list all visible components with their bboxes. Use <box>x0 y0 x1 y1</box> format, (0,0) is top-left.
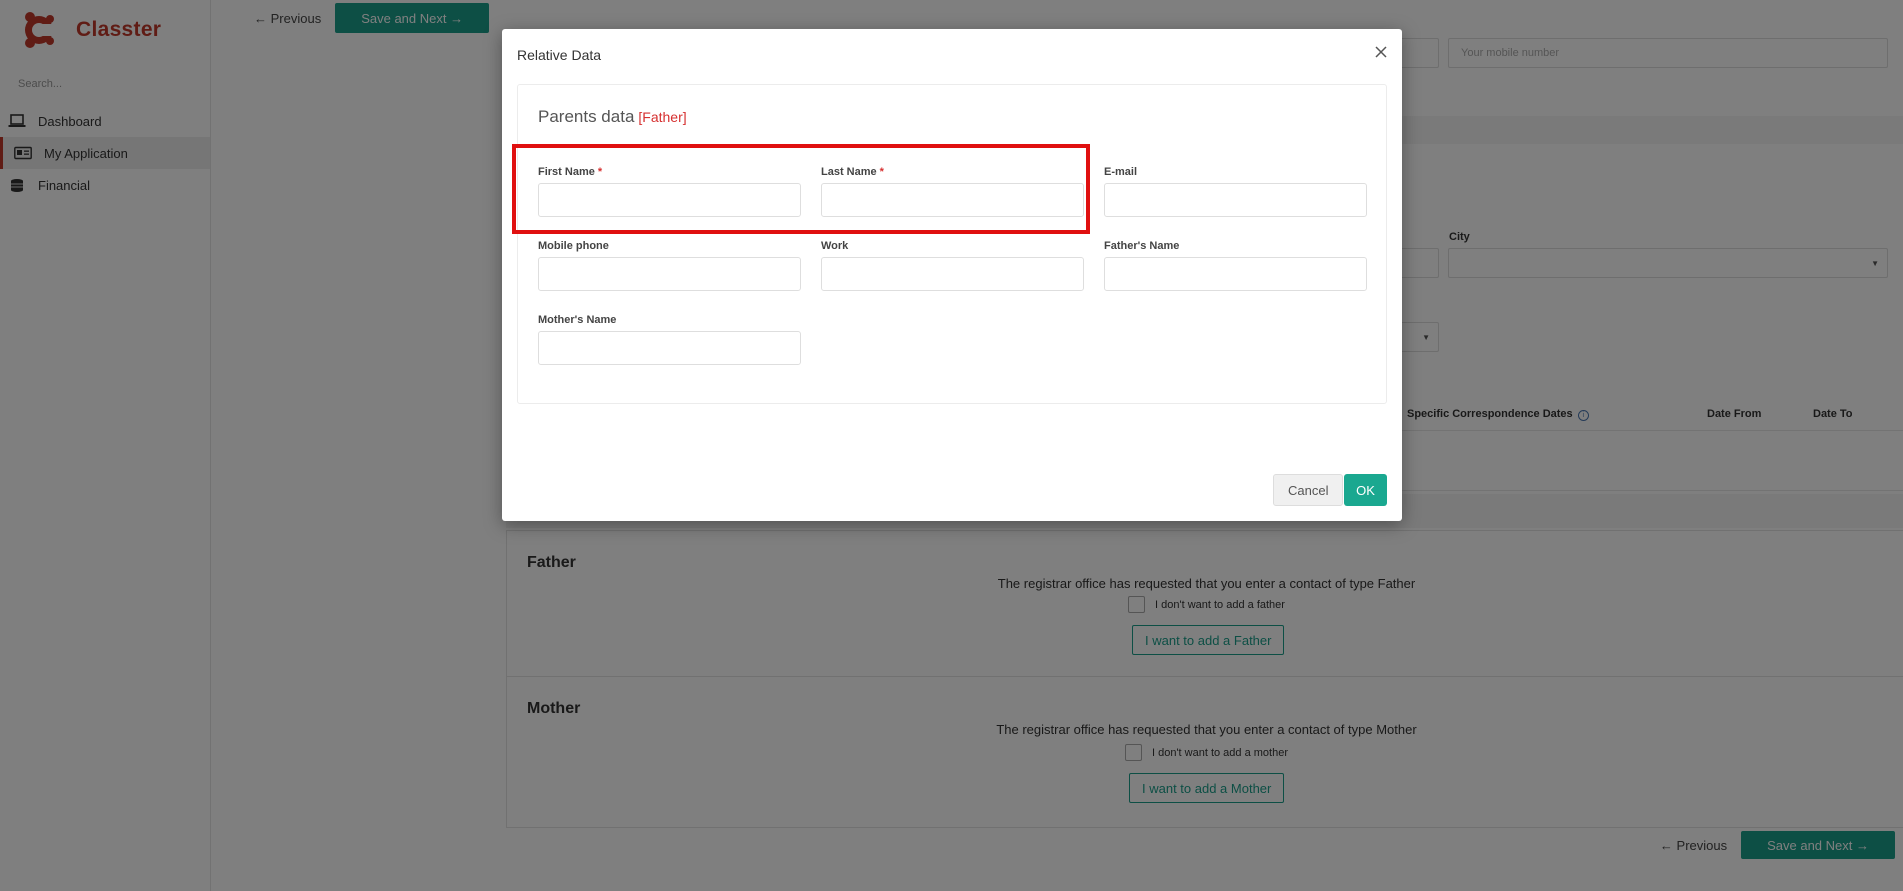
required-asterisk: * <box>597 166 603 178</box>
email-input[interactable] <box>1104 183 1367 217</box>
mobile-phone-label: Mobile phone <box>538 240 609 252</box>
modal-title: Relative Data <box>517 47 602 63</box>
relative-data-modal: Relative Data Parents data [Father] First… <box>502 29 1402 521</box>
required-asterisk: * <box>879 166 884 178</box>
email-label: E-mail <box>1104 166 1138 178</box>
last-name-label-text: Last Name <box>821 166 877 178</box>
cancel-button[interactable]: Cancel <box>1273 474 1344 506</box>
first-name-label: First Name * <box>538 166 602 178</box>
parents-data-panel: Parents data [Father] First Name * Last Na… <box>517 84 1387 404</box>
mothers-name-input[interactable] <box>538 331 801 365</box>
last-name-label: Last Name * <box>821 166 884 178</box>
work-label: Work <box>821 240 849 252</box>
panel-title: Parents data [Father] <box>538 107 687 127</box>
mobile-phone-input[interactable] <box>538 257 801 291</box>
first-name-input[interactable] <box>538 183 801 217</box>
fathers-name-label: Father's Name <box>1104 240 1180 252</box>
panel-title-text: Parents data <box>538 107 635 126</box>
work-input[interactable] <box>821 257 1084 291</box>
first-name-label-text: First Name <box>538 166 595 178</box>
close-icon[interactable] <box>1372 43 1390 61</box>
relation-tag: [Father] <box>638 109 687 125</box>
last-name-input[interactable] <box>821 183 1084 217</box>
ok-button[interactable]: OK <box>1344 474 1387 506</box>
fathers-name-input[interactable] <box>1104 257 1367 291</box>
mothers-name-label: Mother's Name <box>538 314 617 326</box>
